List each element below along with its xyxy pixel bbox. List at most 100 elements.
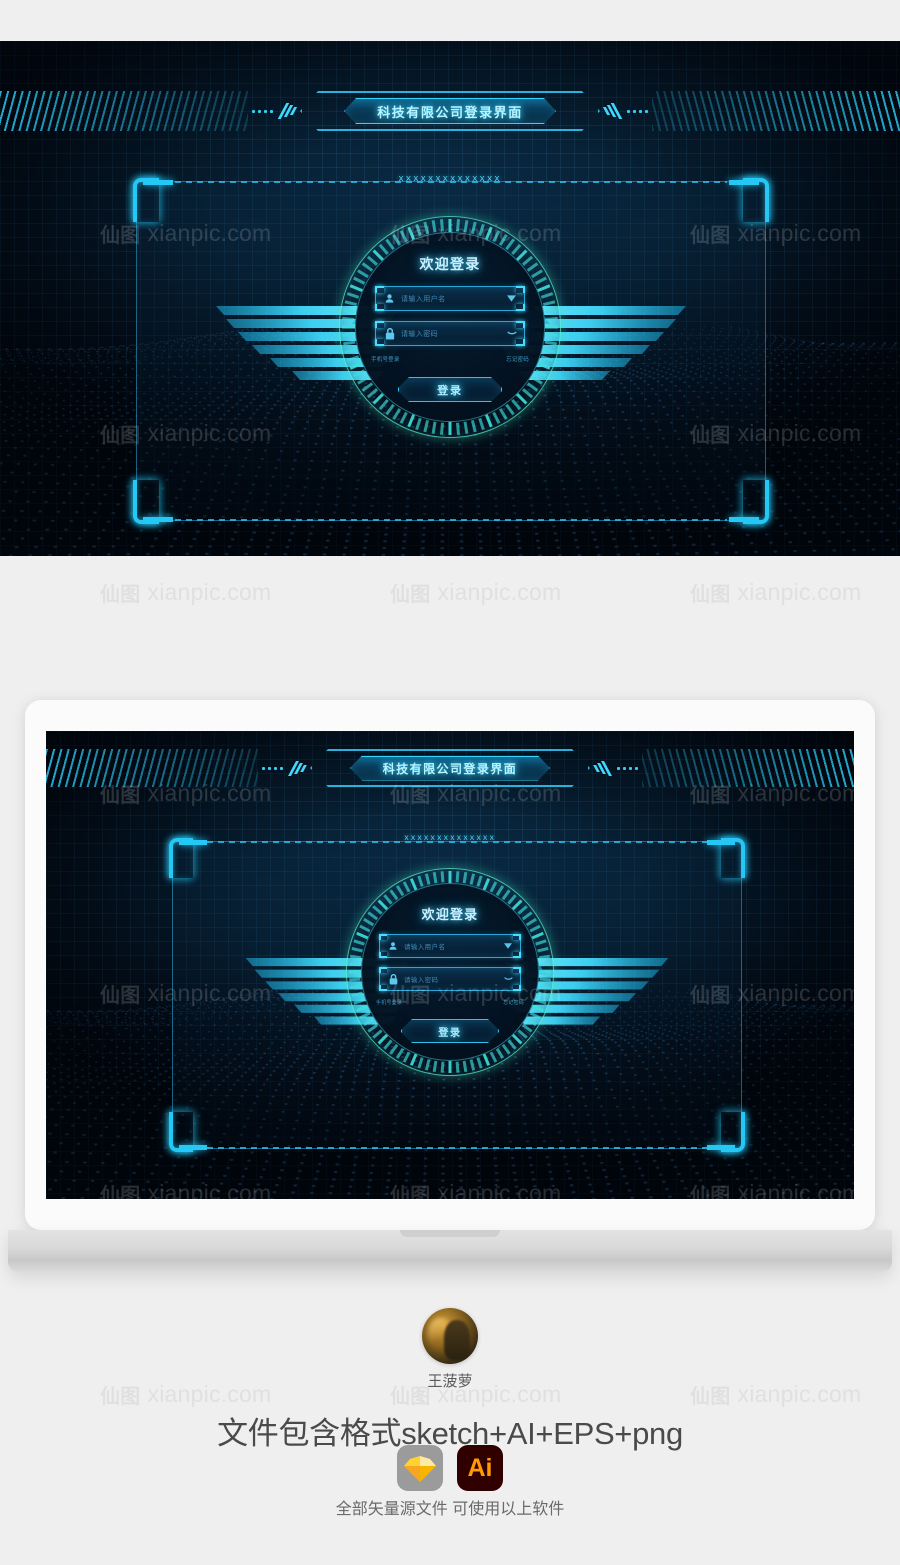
- banner-chevrons-left: [287, 760, 310, 776]
- preview-login-button[interactable]: 登录: [401, 1019, 499, 1043]
- preview-placeholder-string: xxxxxxxxxxxxxx: [404, 834, 496, 843]
- banner-hatch-right: [642, 749, 854, 787]
- avatar-figure: [444, 1320, 471, 1360]
- lock-icon: [387, 973, 399, 985]
- hero-forgot-password-link[interactable]: 忘记密码: [506, 355, 529, 363]
- hero-banner-title: 科技有限公司登录界面: [377, 104, 523, 120]
- hero-placeholder-string: xxxxxxxxxxxxxx: [398, 174, 502, 184]
- hero-form-links: 手机号登录 忘记密码: [369, 355, 531, 363]
- field-corner: [513, 934, 521, 940]
- watermark: 仙图 xianpic.com: [690, 1179, 854, 1199]
- chevron-down-icon[interactable]: [503, 943, 513, 949]
- watermark-text: xianpic.com: [147, 579, 272, 605]
- watermark-mark: 仙图: [100, 225, 141, 247]
- hud-tab-bottom-right: [707, 1145, 735, 1150]
- hero-password-field[interactable]: 请输入密码: [375, 321, 525, 346]
- preview-username-field[interactable]: 请输入用户名: [379, 934, 521, 958]
- watermark-mark: 仙图: [390, 1185, 431, 1199]
- laptop-screen-scene: 科技有限公司登录界面 xxxxxxxxxxxxxx 欢迎登录 请输入用户名 请输…: [46, 731, 854, 1199]
- preview-title-banner: 科技有限公司登录界面: [46, 749, 854, 787]
- field-corner: [516, 304, 525, 311]
- preview-login-form: 欢迎登录 请输入用户名 请输入密码 手机号登录 忘记密码 登录: [374, 904, 526, 1043]
- field-corner: [516, 339, 525, 346]
- preview-forgot-password-link[interactable]: 忘记密码: [503, 999, 524, 1006]
- banner-dots-left: [248, 109, 277, 113]
- watermark-text: xianpic.com: [437, 1180, 562, 1199]
- field-corner: [516, 286, 525, 293]
- banner-chevrons-right: [600, 103, 623, 119]
- hud-tab-bottom-left: [143, 517, 173, 522]
- banner-hatch-right: [652, 91, 900, 131]
- hero-username-field[interactable]: 请输入用户名: [375, 286, 525, 311]
- field-corner: [379, 952, 387, 958]
- banner-dots-right: [613, 766, 642, 770]
- field-corner: [375, 321, 384, 328]
- watermark-text: xianpic.com: [147, 1180, 272, 1199]
- hud-dashed-bottom: [174, 519, 728, 521]
- hud-dashed-bottom: [207, 1147, 707, 1149]
- hud-tab-bottom-left: [179, 1145, 207, 1150]
- field-corner: [516, 321, 525, 328]
- field-corner: [513, 985, 521, 991]
- preview-password-placeholder: 请输入密码: [404, 977, 439, 984]
- preview-form-links: 手机号登录 忘记密码: [374, 999, 526, 1006]
- field-corner: [379, 985, 387, 991]
- field-corner: [375, 286, 384, 293]
- poster-page: 科技有限公司登录界面 xxxxxxxxxxxxxx 欢迎登录 请输入用户名 请输…: [0, 0, 900, 1565]
- banner-chevrons-right: [590, 760, 613, 776]
- watermark-text: xianpic.com: [737, 980, 854, 1006]
- field-corner: [379, 967, 387, 973]
- eye-icon[interactable]: [503, 976, 513, 982]
- preview-banner-title: 科技有限公司登录界面: [382, 761, 518, 776]
- illustrator-icon: Ai: [457, 1445, 503, 1491]
- hud-tab-bottom-right: [729, 517, 759, 522]
- banner-dots-right: [623, 109, 652, 113]
- watermark-mark: 仙图: [100, 584, 141, 606]
- eye-icon[interactable]: [506, 330, 517, 337]
- lock-icon: [383, 327, 396, 340]
- app-icons-row: Ai: [0, 1445, 900, 1491]
- user-icon: [387, 941, 399, 951]
- banner-hatch-left: [46, 749, 258, 787]
- banner-dots-left: [258, 766, 287, 770]
- preview-welcome-heading: 欢迎登录: [421, 907, 479, 922]
- watermark-text: xianpic.com: [737, 1180, 854, 1199]
- hero-login-button[interactable]: 登录: [398, 377, 502, 402]
- watermark-mark: 仙图: [100, 425, 141, 447]
- field-corner: [375, 304, 384, 311]
- field-corner: [513, 967, 521, 973]
- laptop-trackpad-notch: [400, 1230, 500, 1237]
- hero-welcome-heading: 欢迎登录: [419, 256, 481, 272]
- field-corner: [375, 339, 384, 346]
- banner-plate: 科技有限公司登录界面: [350, 756, 550, 781]
- sketch-icon: [397, 1445, 443, 1491]
- hero-scene: 科技有限公司登录界面 xxxxxxxxxxxxxx 欢迎登录 请输入用户名 请输…: [0, 41, 900, 556]
- watermark-mark: 仙图: [690, 584, 731, 606]
- author-name: 王菠萝: [427, 1373, 473, 1390]
- illustrator-icon-label: Ai: [467, 1453, 493, 1482]
- field-corner: [513, 952, 521, 958]
- author-avatar: [422, 1308, 478, 1364]
- hero-title-banner: 科技有限公司登录界面: [0, 91, 900, 131]
- chevron-down-icon[interactable]: [506, 295, 517, 302]
- banner-hatch-left: [0, 91, 248, 131]
- watermark-text: xianpic.com: [437, 579, 562, 605]
- banner-plate: 科技有限公司登录界面: [344, 98, 556, 124]
- watermark-mark: 仙图: [390, 584, 431, 606]
- hero-username-placeholder: 请输入用户名: [401, 295, 446, 303]
- hero-phone-login-link[interactable]: 手机号登录: [371, 355, 400, 363]
- footer-tagline: 全部矢量源文件 可使用以上软件: [335, 1501, 565, 1518]
- preview-password-field[interactable]: 请输入密码: [379, 967, 521, 991]
- preview-login-circle: 欢迎登录 请输入用户名 请输入密码 手机号登录 忘记密码 登录: [346, 868, 554, 1076]
- preview-phone-login-link[interactable]: 手机号登录: [376, 999, 402, 1006]
- watermark: 仙图 xianpic.com: [100, 578, 271, 607]
- watermark-mark: 仙图: [100, 1185, 141, 1199]
- watermark: 仙图 xianpic.com: [100, 1179, 271, 1199]
- hero-login-form: 欢迎登录 请输入用户名 请输入密码 手机号登录 忘记密码 登录: [369, 254, 531, 402]
- watermark: 仙图 xianpic.com: [390, 1179, 561, 1199]
- banner-chevrons-left: [277, 103, 300, 119]
- watermark-mark: 仙图: [100, 985, 141, 1007]
- hero-login-circle: 欢迎登录 请输入用户名 请输入密码 手机号登录 忘记密码 登录: [339, 216, 561, 438]
- watermark-mark: 仙图: [690, 1185, 731, 1199]
- preview-username-placeholder: 请输入用户名: [404, 944, 446, 951]
